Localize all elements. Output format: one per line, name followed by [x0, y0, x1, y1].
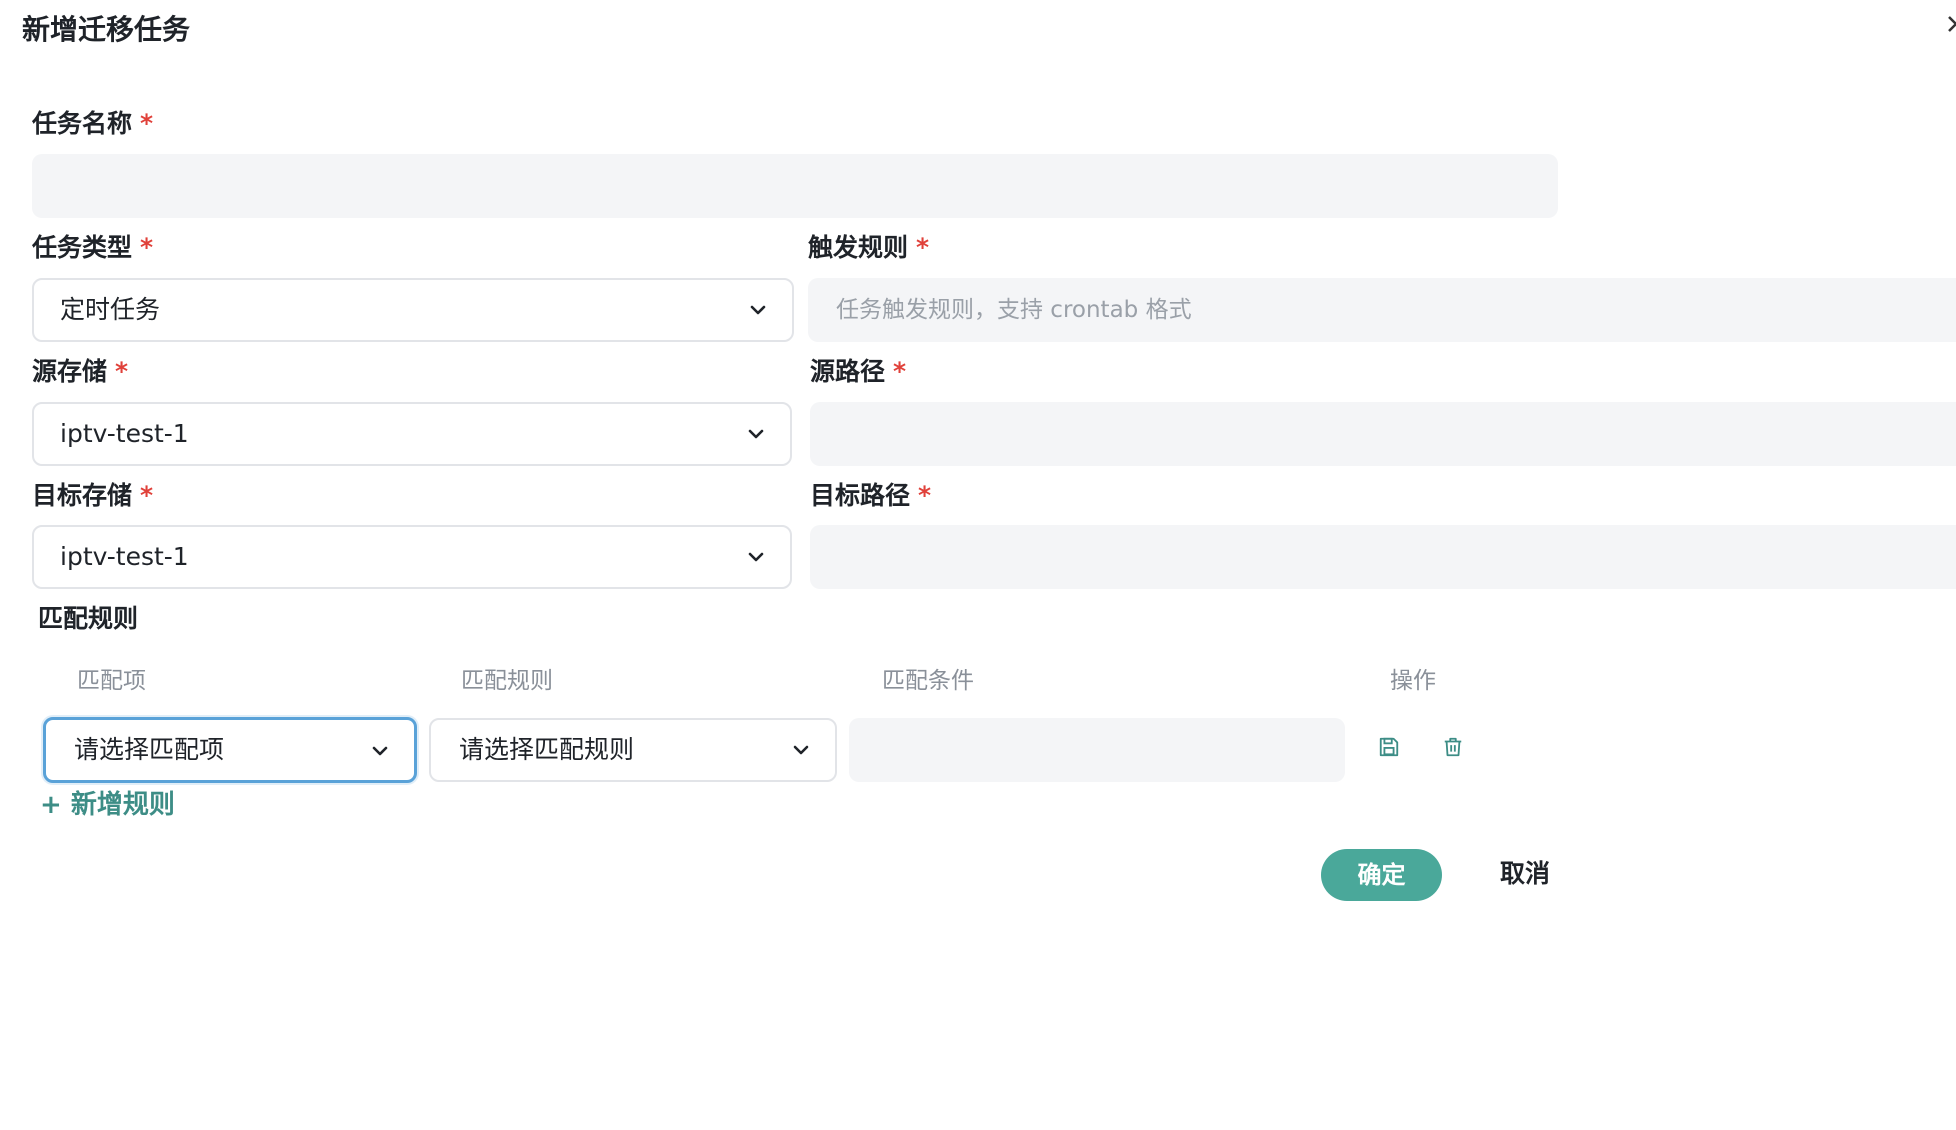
- source-storage-label: 源存储 *: [32, 354, 128, 390]
- match-item-select[interactable]: 请选择匹配项: [43, 717, 417, 783]
- match-rule-select[interactable]: 请选择匹配规则: [429, 718, 837, 782]
- match-item-placeholder: 请选择匹配项: [74, 735, 225, 764]
- required-mark: *: [140, 481, 154, 510]
- task-type-value: 定时任务: [60, 295, 161, 324]
- required-mark: *: [140, 233, 154, 262]
- task-type-label: 任务类型 *: [32, 230, 153, 266]
- required-mark: *: [893, 357, 907, 386]
- target-storage-value: iptv-test-1: [60, 542, 189, 571]
- task-name-label-text: 任务名称: [32, 109, 133, 138]
- add-rule-link[interactable]: + 新增规则: [40, 787, 175, 823]
- save-icon[interactable]: [1369, 727, 1409, 767]
- column-header-match-condition: 匹配条件: [882, 668, 974, 694]
- target-storage-select[interactable]: iptv-test-1: [32, 525, 792, 589]
- chevron-down-icon: [750, 305, 766, 315]
- match-condition-input[interactable]: [849, 718, 1345, 782]
- task-name-input[interactable]: [32, 154, 1558, 218]
- source-path-label-text: 源路径: [810, 357, 886, 386]
- required-mark: *: [115, 357, 129, 386]
- source-storage-label-text: 源存储: [32, 357, 108, 386]
- chevron-down-icon: [793, 745, 809, 755]
- dialog-title: 新增迁移任务: [22, 13, 191, 46]
- source-storage-select[interactable]: iptv-test-1: [32, 402, 792, 466]
- chevron-down-icon: [748, 552, 764, 562]
- trash-icon[interactable]: [1433, 727, 1473, 767]
- source-storage-value: iptv-test-1: [60, 419, 189, 448]
- task-name-label: 任务名称 *: [32, 106, 153, 142]
- trigger-rule-label: 触发规则 *: [808, 230, 929, 266]
- required-mark: *: [918, 481, 932, 510]
- confirm-button[interactable]: 确定: [1321, 849, 1442, 901]
- cancel-button[interactable]: 取消: [1500, 854, 1550, 894]
- target-path-label: 目标路径 *: [810, 478, 931, 514]
- target-path-input[interactable]: [810, 525, 1956, 589]
- target-storage-label-text: 目标存储: [32, 481, 133, 510]
- required-mark: *: [916, 233, 930, 262]
- match-rule-placeholder: 请选择匹配规则: [459, 735, 635, 764]
- close-icon[interactable]: [1946, 14, 1956, 34]
- source-path-label: 源路径 *: [810, 354, 906, 390]
- trigger-rule-input[interactable]: 任务触发规则，支持 crontab 格式: [808, 278, 1956, 342]
- chevron-down-icon: [748, 429, 764, 439]
- required-mark: *: [140, 109, 154, 138]
- chevron-down-icon: [372, 746, 388, 756]
- column-header-match-rule: 匹配规则: [461, 668, 553, 694]
- trigger-rule-label-text: 触发规则: [808, 233, 909, 262]
- column-header-actions: 操作: [1390, 668, 1436, 694]
- source-path-input[interactable]: [810, 402, 1956, 466]
- match-rules-title: 匹配规则: [38, 604, 139, 633]
- task-type-select[interactable]: 定时任务: [32, 278, 794, 342]
- task-type-label-text: 任务类型: [32, 233, 133, 262]
- target-path-label-text: 目标路径: [810, 481, 911, 510]
- target-storage-label: 目标存储 *: [32, 478, 153, 514]
- column-header-match-item: 匹配项: [77, 668, 146, 694]
